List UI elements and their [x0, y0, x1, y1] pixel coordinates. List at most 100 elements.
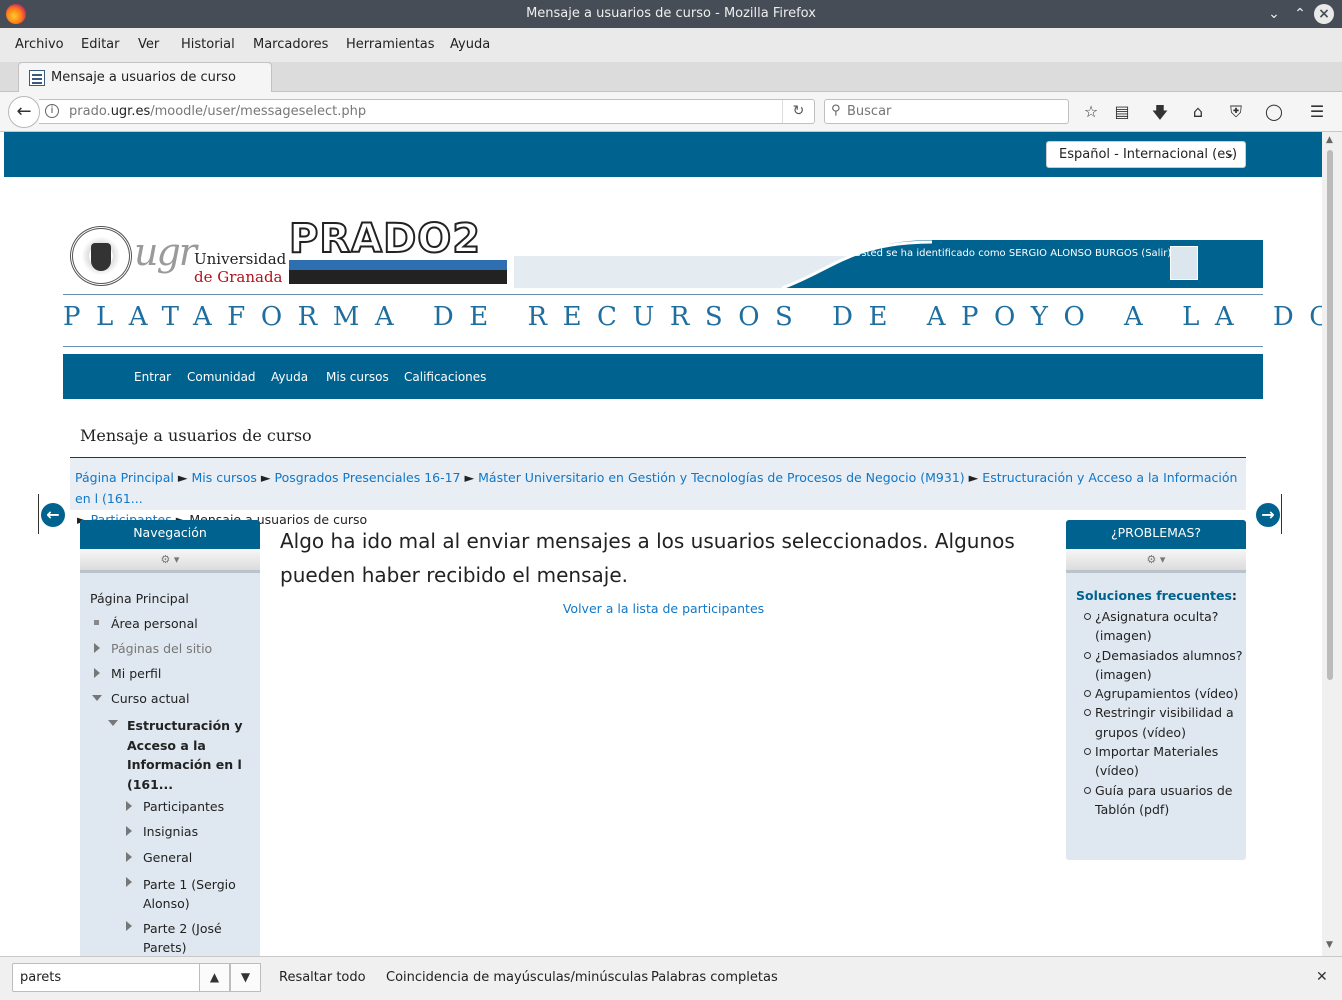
info-icon[interactable]: i — [45, 104, 59, 118]
prado2-logo[interactable]: PRADO2 — [288, 215, 509, 286]
expand-icon — [126, 826, 132, 836]
nav-tree-participantes[interactable]: Participantes — [126, 799, 224, 814]
solutions-list: ¿Asignatura oculta? (imagen) ¿Demasiados… — [1076, 607, 1246, 819]
breadcrumb-master[interactable]: Máster Universitario en Gestión y Tecnol… — [478, 470, 965, 485]
next-page-button[interactable]: → — [1256, 494, 1282, 534]
nav-tree-area-personal[interactable]: Área personal — [94, 616, 198, 631]
solution-link[interactable]: ¿Demasiados alumnos? (imagen) — [1076, 646, 1246, 685]
download-icon[interactable]: 🡇 — [1149, 102, 1171, 122]
menu-bar: Archivo Editar Ver Historial Marcadores … — [0, 28, 1342, 62]
expand-icon — [126, 877, 132, 887]
solution-link[interactable]: Agrupamientos (vídeo) — [1076, 684, 1246, 703]
back-arrow-icon[interactable]: ← — [8, 96, 40, 128]
nav-entrar[interactable]: Entrar — [134, 370, 171, 384]
ugr-wordmark: ugr — [134, 230, 197, 274]
page-favicon-icon — [29, 70, 45, 86]
close-find-bar-icon[interactable]: ✕ — [1316, 969, 1328, 985]
navigation-block-title[interactable]: Navegación — [80, 520, 260, 549]
page-viewport: Español - Internacional (es) ⌄ ugr Univer… — [4, 132, 1322, 956]
nav-tree-general[interactable]: General — [126, 850, 192, 865]
arrow-right-icon: → — [1256, 503, 1280, 527]
solution-link[interactable]: ¿Asignatura oculta? (imagen) — [1076, 607, 1246, 646]
page-scrollbar[interactable]: ▲ ▼ — [1322, 132, 1342, 956]
search-input[interactable] — [847, 102, 1057, 121]
breadcrumb-posgrados[interactable]: Posgrados Presenciales 16-17 — [274, 470, 460, 485]
breadcrumb: Página Principal ► Mis cursos ► Posgrados Pr… — [70, 458, 1246, 527]
nav-tree-parte-1[interactable]: Parte 1 (Sergio Alonso) — [126, 875, 246, 913]
home-icon[interactable]: ⌂ — [1187, 102, 1209, 122]
frequent-solutions-heading: Soluciones frecuentes: — [1076, 588, 1237, 603]
university-name: Universidad de Granada — [194, 250, 287, 286]
chevron-down-icon: ⌄ — [1224, 146, 1235, 160]
close-window-icon[interactable]: × — [1314, 4, 1334, 24]
menu-historial[interactable]: Historial — [181, 37, 235, 52]
solution-link[interactable]: Importar Materiales (vídeo) — [1076, 742, 1246, 781]
scroll-up-icon[interactable]: ▲ — [1326, 135, 1333, 145]
pocket-icon[interactable]: ◯ — [1263, 102, 1285, 122]
collapse-icon — [92, 695, 102, 701]
prev-page-button[interactable]: ← — [38, 494, 65, 534]
expand-icon — [126, 852, 132, 862]
main-nav: Entrar Comunidad Ayuda Mis cursos Califi… — [63, 354, 1263, 399]
collapse-icon — [108, 720, 118, 726]
solution-link[interactable]: Guía para usuarios de Tablón (pdf) — [1076, 781, 1246, 820]
whole-words-option[interactable]: Palabras completas — [651, 970, 778, 985]
block-controls-icon[interactable]: ⚙ ▾ — [1066, 549, 1246, 573]
find-previous-button[interactable]: ▲ — [199, 963, 230, 992]
site-tagline: PLATAFORMA DE RECURSOS DE APOYO A LA DOC… — [63, 302, 1322, 332]
url-bar[interactable]: i prado.ugr.es/moodle/user/messageselect… — [39, 99, 815, 124]
user-avatar[interactable] — [1170, 246, 1198, 280]
highlight-all-option[interactable]: Resaltar todo — [279, 970, 366, 985]
block-controls-icon[interactable]: ⚙ ▾ — [80, 549, 260, 573]
url-text[interactable]: prado.ugr.es/moodle/user/messageselect.p… — [69, 104, 366, 119]
find-input[interactable] — [12, 963, 200, 992]
hamburger-icon[interactable]: ☰ — [1306, 102, 1328, 122]
menu-marcadores[interactable]: Marcadores — [253, 37, 328, 52]
nav-comunidad[interactable]: Comunidad — [187, 370, 256, 384]
error-message: Algo ha ido mal al enviar mensajes a los… — [280, 529, 1015, 587]
search-box[interactable]: ⚲ — [824, 99, 1069, 124]
bullet-icon — [94, 620, 99, 625]
nav-tree-current-course[interactable]: Estructuración y Acceso a la Información… — [108, 716, 258, 794]
menu-archivo[interactable]: Archivo — [15, 37, 64, 52]
minimize-icon[interactable]: ⌄ — [1264, 4, 1284, 24]
match-case-option[interactable]: Coincidencia de mayúsculas/minúsculas — [386, 970, 648, 985]
menu-ayuda[interactable]: Ayuda — [450, 37, 490, 52]
page-title: Mensaje a usuarios de curso — [80, 426, 312, 445]
scrollbar-thumb[interactable] — [1327, 150, 1333, 680]
nav-tree-parte-2[interactable]: Parte 2 (José Parets) — [126, 919, 246, 956]
nav-tree-home[interactable]: Página Principal — [90, 591, 189, 606]
tab-active[interactable]: Mensaje a usuarios de curso — [18, 62, 272, 93]
problems-block-title[interactable]: ¿PROBLEMAS? — [1066, 520, 1246, 549]
breadcrumb-mis-cursos[interactable]: Mis cursos — [192, 470, 257, 485]
menu-herramientas[interactable]: Herramientas — [346, 37, 435, 52]
language-select[interactable]: Español - Internacional (es) ⌄ — [1046, 141, 1246, 168]
nav-tree-paginas-sitio[interactable]: Páginas del sitio — [94, 641, 212, 656]
find-bar: ▲ ▼ Resaltar todo Coincidencia de mayúsc… — [0, 956, 1342, 1000]
nav-tree-mi-perfil[interactable]: Mi perfil — [94, 666, 161, 681]
menu-ver[interactable]: Ver — [138, 37, 159, 52]
expand-icon — [126, 921, 132, 931]
back-to-participants-link[interactable]: Volver a la lista de participantes — [280, 601, 1047, 616]
maximize-icon[interactable]: ⌃ — [1290, 4, 1310, 24]
nav-mis-cursos[interactable]: Mis cursos — [326, 370, 389, 384]
solution-link[interactable]: Restringir visibilidad a grupos (vídeo) — [1076, 703, 1246, 742]
breadcrumb-home[interactable]: Página Principal — [75, 470, 174, 485]
nav-calificaciones[interactable]: Calificaciones — [404, 370, 486, 384]
reload-icon[interactable]: ↻ — [782, 100, 814, 123]
nav-tree-curso-actual[interactable]: Curso actual — [92, 691, 189, 706]
navigation-block: Navegación ⚙ ▾ Página Principal Área per… — [80, 520, 260, 956]
find-next-button[interactable]: ▼ — [230, 963, 261, 992]
shield-icon[interactable]: ⛨ — [1225, 102, 1247, 122]
arrow-left-icon: ← — [41, 503, 65, 527]
nav-tree-insignias[interactable]: Insignias — [126, 824, 198, 839]
scroll-down-icon[interactable]: ▼ — [1326, 940, 1333, 950]
user-band: Usted se ha identificado como SERGIO ALO… — [514, 240, 1263, 288]
logged-in-info[interactable]: Usted se ha identificado como SERGIO ALO… — [854, 248, 1171, 259]
prado2-wordmark: PRADO2 — [288, 215, 482, 263]
reading-list-icon[interactable]: ▤ — [1111, 102, 1133, 122]
menu-editar[interactable]: Editar — [81, 37, 120, 52]
star-icon[interactable]: ☆ — [1080, 102, 1102, 122]
nav-ayuda[interactable]: Ayuda — [271, 370, 308, 384]
ugr-logo[interactable]: ugr Universidad de Granada — [70, 222, 286, 288]
